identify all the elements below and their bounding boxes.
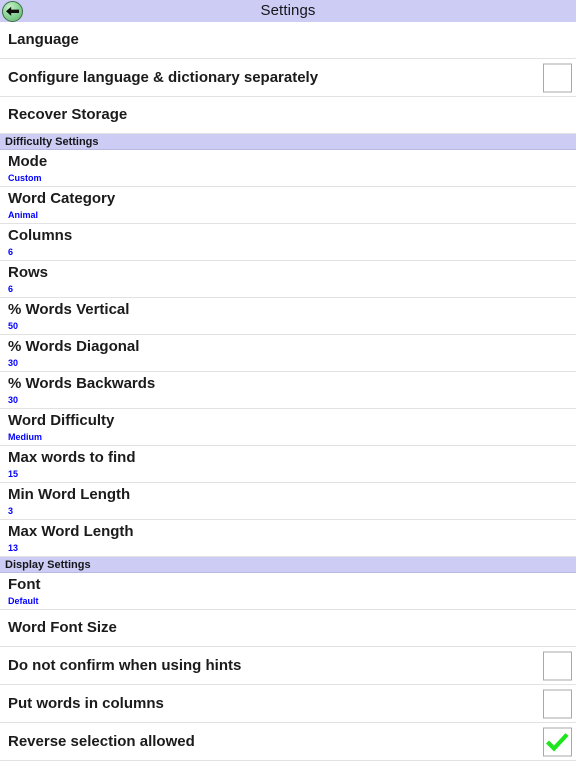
settings-row-value: Medium [8, 432, 43, 442]
settings-row[interactable]: Min Word Length 3 [0, 483, 576, 520]
settings-row-text: Rows 6 [8, 264, 48, 295]
settings-row-value: 3 [8, 506, 14, 516]
settings-row-value: 6 [8, 284, 14, 294]
section-header: Difficulty Settings [0, 134, 576, 150]
settings-row[interactable]: Word Difficulty Medium [0, 409, 576, 446]
settings-row-title: Word Font Size [8, 619, 117, 636]
settings-row-value: 30 [8, 395, 19, 405]
settings-row-text: Word Category Animal [8, 190, 115, 221]
settings-row[interactable]: % Words Vertical 50 [0, 298, 576, 335]
page-title: Settings [260, 2, 316, 19]
settings-row[interactable]: Word Category Animal [0, 187, 576, 224]
settings-row-text: Columns 6 [8, 227, 72, 258]
settings-row-title: Columns [8, 227, 73, 244]
settings-row[interactable]: Language [0, 22, 576, 59]
titlebar: Settings [0, 0, 576, 22]
settings-row-title: % Words Backwards [8, 375, 156, 392]
settings-row[interactable]: Put words in columns [0, 685, 576, 723]
settings-row-title: Word Category [8, 190, 116, 207]
settings-row-title: Max words to find [8, 449, 136, 466]
settings-row-value: 15 [8, 469, 19, 479]
settings-row-title: Max Word Length [8, 523, 134, 540]
settings-row-value: 50 [8, 321, 19, 331]
settings-row[interactable]: Configure language & dictionary separate… [0, 59, 576, 97]
settings-row[interactable]: Columns 6 [0, 224, 576, 261]
settings-row-text: Word Difficulty Medium [8, 412, 114, 443]
settings-row-title: Font [8, 576, 41, 593]
settings-row[interactable]: Do not confirm when using hints [0, 647, 576, 685]
settings-row-text: Max words to find 15 [8, 449, 136, 480]
settings-row-title: Do not confirm when using hints [8, 656, 242, 674]
checkbox-unchecked[interactable] [543, 63, 572, 92]
checkbox-checked[interactable] [543, 727, 572, 756]
settings-row-text: Max Word Length 13 [8, 523, 134, 554]
settings-row[interactable]: Mode Custom [0, 150, 576, 187]
back-arrow-icon[interactable] [2, 1, 23, 22]
settings-row-title: Put words in columns [8, 694, 164, 712]
settings-row-text: Font Default [8, 576, 40, 607]
settings-row-text: Min Word Length 3 [8, 486, 130, 517]
settings-row-value: 30 [8, 358, 19, 368]
settings-row[interactable]: % Words Diagonal 30 [0, 335, 576, 372]
settings-row-title: Min Word Length [8, 486, 131, 503]
settings-row-value: Custom [8, 173, 42, 183]
settings-row-value: Default [8, 596, 39, 606]
settings-row[interactable]: % Words Backwards 30 [0, 372, 576, 409]
settings-row-title: Word Difficulty [8, 412, 115, 429]
settings-row-text: % Words Backwards 30 [8, 375, 155, 406]
settings-row[interactable]: Recover Storage [0, 97, 576, 134]
settings-row-title: Configure language & dictionary separate… [8, 68, 319, 86]
checkbox-unchecked[interactable] [543, 651, 572, 680]
settings-row[interactable]: Reverse selection allowed [0, 723, 576, 761]
checkbox-unchecked[interactable] [543, 689, 572, 718]
settings-row[interactable]: Max Word Length 13 [0, 520, 576, 557]
settings-row[interactable]: Max words to find 15 [0, 446, 576, 483]
settings-row[interactable]: Rows 6 [0, 261, 576, 298]
settings-row-title: Rows [8, 264, 49, 281]
settings-row[interactable]: Word Font Size [0, 610, 576, 647]
settings-row-text: Mode Custom [8, 153, 47, 184]
settings-row-text: % Words Vertical 50 [8, 301, 129, 332]
settings-row-title: Language [8, 31, 79, 48]
settings-row-title: Reverse selection allowed [8, 732, 195, 750]
settings-row-title: Recover Storage [8, 106, 128, 123]
settings-row-value: 6 [8, 247, 14, 257]
settings-row-value: 13 [8, 543, 19, 553]
section-header: Display Settings [0, 557, 576, 573]
settings-row[interactable]: Font Default [0, 573, 576, 610]
settings-row-title: Mode [8, 153, 48, 170]
checkmark-icon [546, 732, 569, 751]
settings-row-value: Animal [8, 210, 39, 220]
settings-row-text: % Words Diagonal 30 [8, 338, 139, 369]
settings-row-title: % Words Diagonal [8, 338, 140, 355]
settings-row-title: % Words Vertical [8, 301, 130, 318]
settings-list: Language Configure language & dictionary … [0, 22, 576, 761]
